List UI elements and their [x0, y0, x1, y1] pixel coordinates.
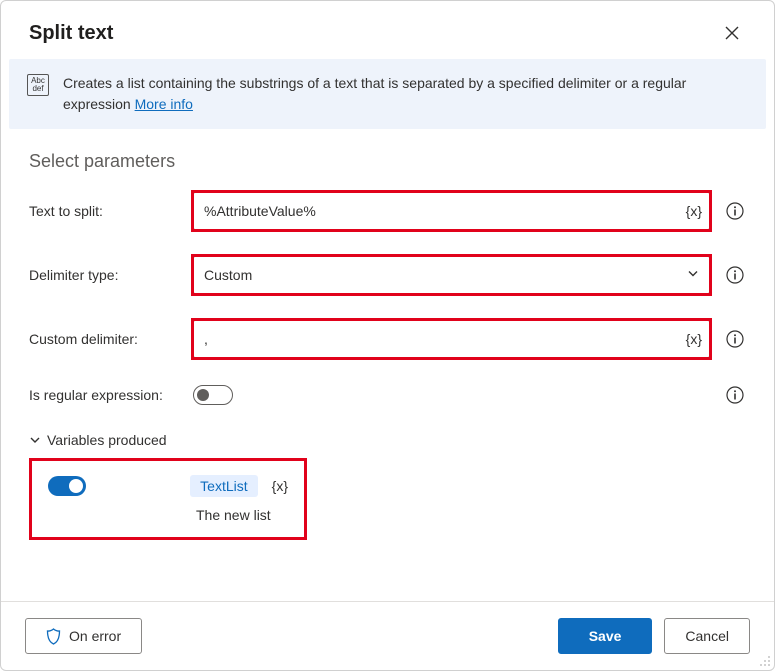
label-is-regex: Is regular expression: — [29, 387, 179, 403]
field-text-to-split: {x} — [193, 192, 710, 230]
dialog-footer: On error Save Cancel — [1, 601, 774, 670]
variable-enabled-toggle[interactable] — [48, 476, 86, 496]
field-delimiter-type: Custom — [193, 256, 710, 294]
delimiter-type-select[interactable]: Custom — [193, 256, 710, 294]
save-button[interactable]: Save — [558, 618, 653, 654]
variable-picker-icon[interactable]: {x} — [272, 478, 288, 494]
variable-name-chip[interactable]: TextList — [190, 475, 257, 497]
variable-description: The new list — [196, 507, 288, 523]
cancel-button[interactable]: Cancel — [664, 618, 750, 654]
label-delimiter-type: Delimiter type: — [29, 267, 179, 283]
info-button[interactable] — [724, 264, 746, 286]
info-button[interactable] — [724, 200, 746, 222]
shield-icon — [46, 628, 61, 645]
custom-delimiter-input[interactable] — [193, 320, 710, 358]
more-info-link[interactable]: More info — [135, 96, 193, 112]
close-icon — [725, 26, 739, 40]
info-button[interactable] — [724, 384, 746, 406]
label-text-to-split: Text to split: — [29, 203, 179, 219]
banner-text: Creates a list containing the substrings… — [63, 73, 746, 115]
resize-grip-icon[interactable] — [758, 654, 772, 668]
row-is-regex: Is regular expression: — [29, 384, 746, 406]
variable-picker-icon[interactable]: {x} — [686, 203, 702, 219]
on-error-button[interactable]: On error — [25, 618, 142, 654]
variables-produced-toggle[interactable]: Variables produced — [29, 432, 746, 448]
variable-row: TextList {x} — [48, 475, 288, 497]
variable-picker-icon[interactable]: {x} — [686, 331, 702, 347]
chevron-down-icon — [29, 434, 41, 446]
section-title: Select parameters — [29, 151, 746, 172]
info-button[interactable] — [724, 328, 746, 350]
close-button[interactable] — [718, 19, 746, 47]
variables-produced-box: TextList {x} The new list — [29, 458, 307, 540]
info-icon — [726, 330, 744, 348]
dialog-body: Select parameters Text to split: {x} Del… — [1, 129, 774, 601]
text-action-icon: Abcdef — [27, 74, 49, 96]
label-custom-delimiter: Custom delimiter: — [29, 331, 179, 347]
row-custom-delimiter: Custom delimiter: {x} — [29, 320, 746, 358]
chevron-down-icon — [686, 267, 700, 284]
dialog-header: Split text — [1, 1, 774, 59]
split-text-dialog: Split text Abcdef Creates a list contain… — [0, 0, 775, 671]
row-text-to-split: Text to split: {x} — [29, 192, 746, 230]
field-custom-delimiter: {x} — [193, 320, 710, 358]
info-icon — [726, 266, 744, 284]
info-icon — [726, 202, 744, 220]
dialog-title: Split text — [29, 22, 113, 45]
text-to-split-input[interactable] — [193, 192, 710, 230]
is-regex-toggle[interactable] — [193, 385, 233, 405]
info-icon — [726, 386, 744, 404]
info-banner: Abcdef Creates a list containing the sub… — [9, 59, 766, 129]
row-delimiter-type: Delimiter type: Custom — [29, 256, 746, 294]
field-is-regex — [193, 385, 710, 405]
